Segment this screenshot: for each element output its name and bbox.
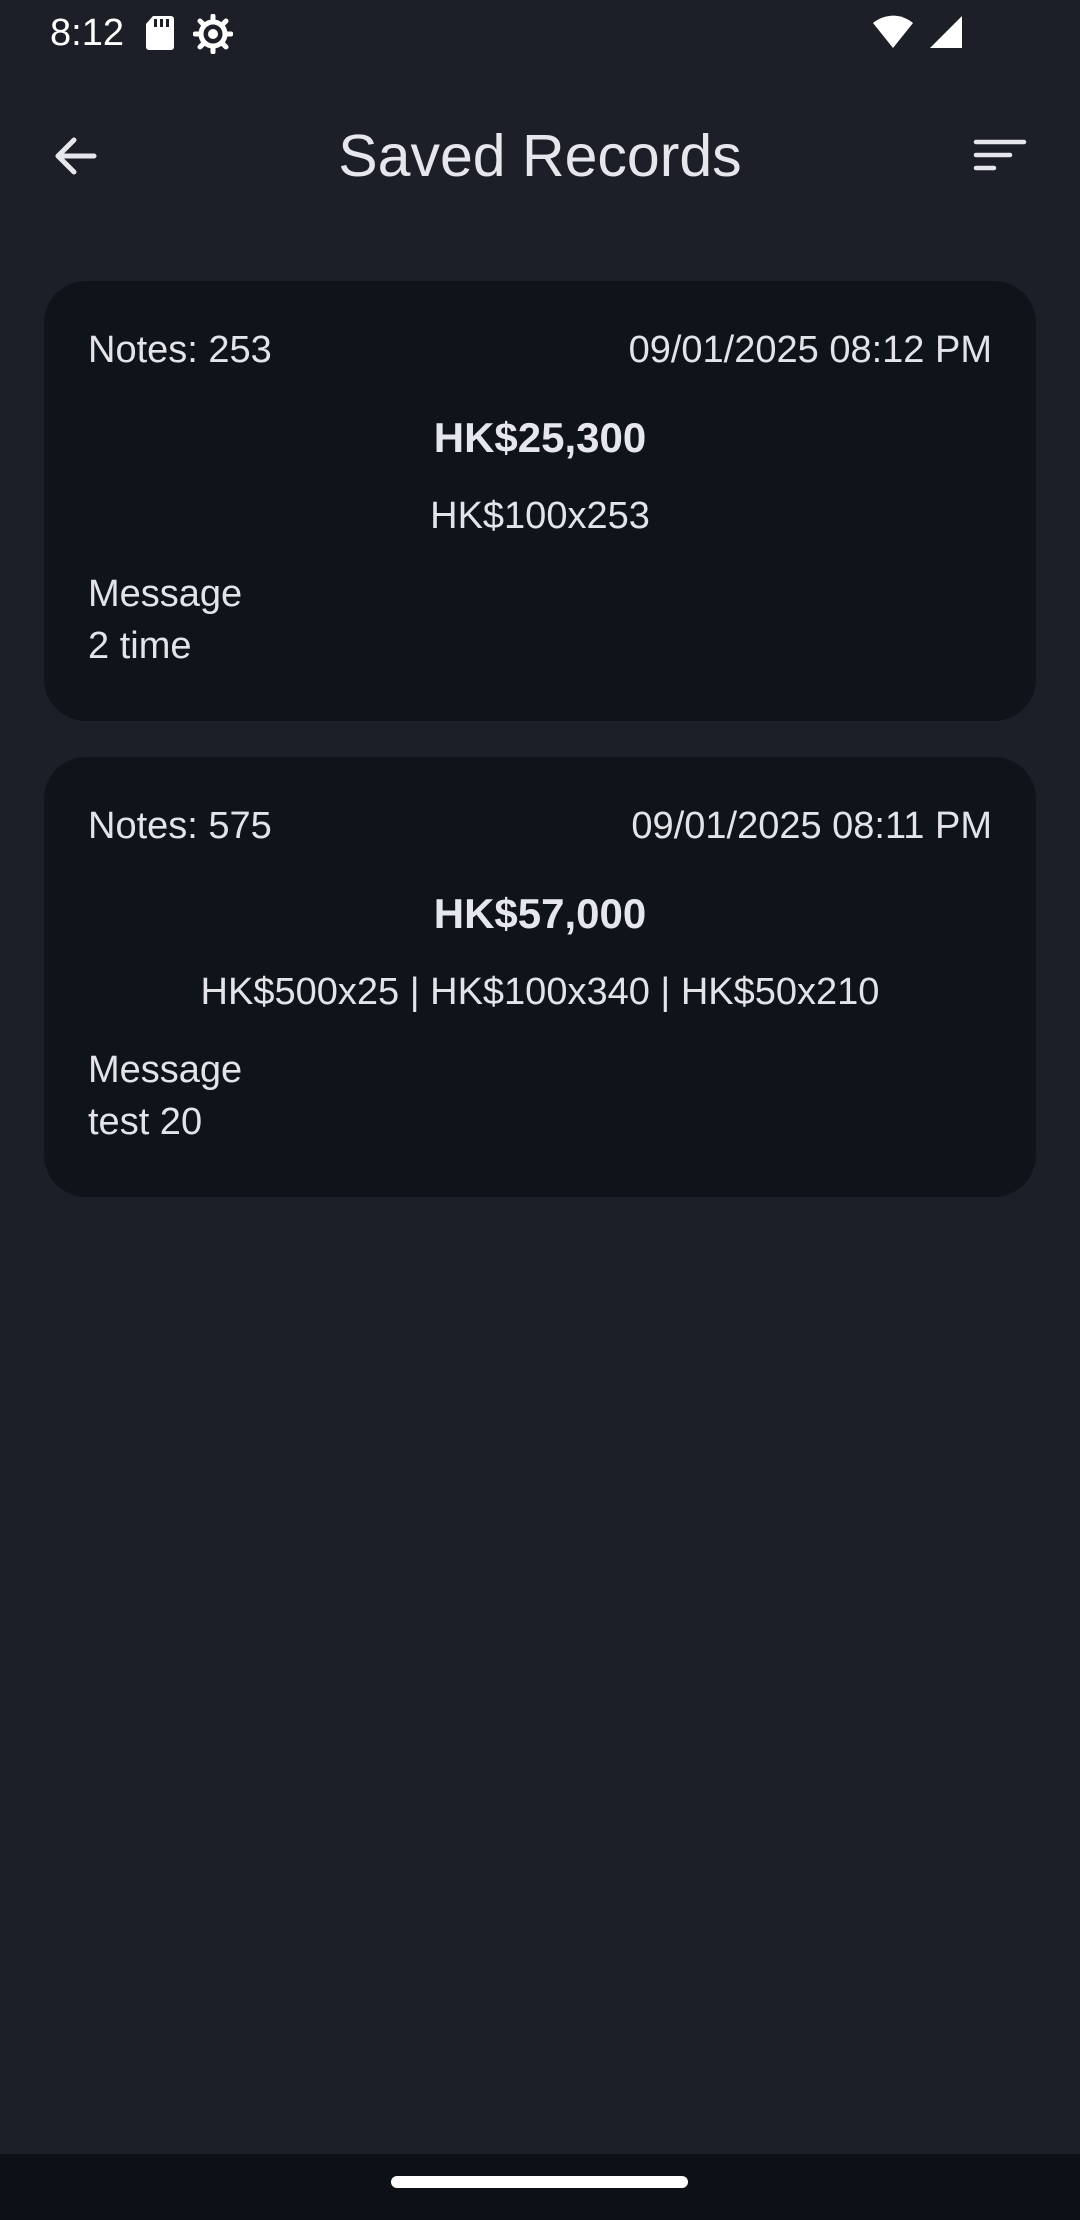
- record-total: HK$57,000: [433, 890, 647, 937]
- cell-signal-icon: [928, 14, 964, 54]
- record-message-label: Message: [88, 573, 243, 615]
- record-notes: Notes: 575: [88, 804, 272, 847]
- app-bar: Saved Records: [0, 66, 1080, 242]
- sort-icon: [972, 136, 1028, 181]
- status-left-icons: [145, 13, 234, 55]
- home-indicator[interactable]: [391, 2176, 688, 2188]
- record-message: 2 time: [88, 625, 192, 667]
- status-right-icons: [872, 14, 964, 54]
- sd-card-icon: [145, 14, 175, 54]
- record-datetime: 09/01/2025 08:11 PM: [631, 804, 992, 847]
- status-time: 8:12: [50, 12, 124, 54]
- records-list: Notes: 253 09/01/2025 08:12 PM HK$25,300…: [44, 281, 1036, 1233]
- status-bar: 8:12: [0, 0, 1080, 66]
- sort-button[interactable]: [960, 122, 1040, 194]
- record-message: test 20: [88, 1101, 203, 1143]
- record-message-label: Message: [88, 1049, 243, 1091]
- settings-gear-icon: [192, 13, 234, 55]
- wifi-icon: [872, 14, 914, 54]
- record-card[interactable]: Notes: 575 09/01/2025 08:11 PM HK$57,000…: [44, 757, 1036, 1197]
- record-breakdown: HK$500x25 | HK$100x340 | HK$50x210: [200, 971, 880, 1013]
- page-title: Saved Records: [338, 123, 742, 189]
- record-notes: Notes: 253: [88, 328, 272, 371]
- record-total: HK$25,300: [433, 414, 647, 461]
- record-card[interactable]: Notes: 253 09/01/2025 08:12 PM HK$25,300…: [44, 281, 1036, 721]
- record-datetime: 09/01/2025 08:12 PM: [628, 328, 992, 371]
- navigation-bar: [0, 2154, 1080, 2220]
- record-breakdown: HK$100x253: [430, 495, 650, 537]
